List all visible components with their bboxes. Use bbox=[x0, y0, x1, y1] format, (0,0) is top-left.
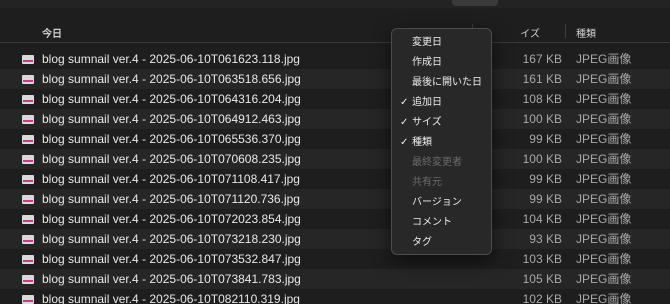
file-size: 100 KB bbox=[522, 152, 562, 166]
jpeg-file-icon bbox=[22, 95, 34, 104]
file-size: 103 KB bbox=[522, 252, 562, 266]
file-kind: JPEG画像 bbox=[576, 272, 632, 286]
file-kind: JPEG画像 bbox=[576, 72, 632, 86]
menu-item-label: 変更日 bbox=[412, 37, 442, 48]
file-kind: JPEG画像 bbox=[576, 192, 632, 206]
menu-item[interactable]: コメント bbox=[392, 213, 491, 233]
menu-item-label: バージョン bbox=[412, 197, 462, 208]
file-row[interactable]: blog sumnail ver.4 - 2025-06-10T063518.6… bbox=[0, 69, 670, 89]
column-header: 今日 イズ 種類 bbox=[0, 20, 670, 43]
file-size: 100 KB bbox=[522, 112, 562, 126]
file-kind: JPEG画像 bbox=[576, 232, 632, 246]
file-size: 167 KB bbox=[522, 52, 562, 66]
file-kind: JPEG画像 bbox=[576, 52, 632, 66]
file-list: blog sumnail ver.4 - 2025-06-10T061623.1… bbox=[0, 49, 670, 304]
menu-item[interactable]: ✓ 種類 bbox=[392, 133, 491, 153]
menu-item: 最終変更者 bbox=[392, 153, 491, 173]
menu-item-label: タグ bbox=[412, 237, 432, 248]
menu-item-label: コメント bbox=[412, 217, 452, 228]
file-row[interactable]: blog sumnail ver.4 - 2025-06-10T072023.8… bbox=[0, 209, 670, 229]
file-row[interactable]: blog sumnail ver.4 - 2025-06-10T082110.3… bbox=[0, 289, 670, 304]
file-name: blog sumnail ver.4 - 2025-06-10T073218.2… bbox=[42, 232, 301, 246]
menu-item[interactable]: 変更日 bbox=[392, 33, 491, 53]
file-size: 93 KB bbox=[529, 232, 562, 246]
jpeg-file-icon bbox=[22, 135, 34, 144]
jpeg-file-icon bbox=[22, 235, 34, 244]
column-divider[interactable] bbox=[565, 24, 566, 38]
file-name: blog sumnail ver.4 - 2025-06-10T071120.7… bbox=[42, 192, 300, 206]
menu-item-label: 種類 bbox=[412, 137, 432, 148]
jpeg-file-icon bbox=[22, 55, 34, 64]
file-row[interactable]: blog sumnail ver.4 - 2025-06-10T073218.2… bbox=[0, 229, 670, 249]
file-size: 99 KB bbox=[529, 132, 562, 146]
toolbar-tab[interactable] bbox=[452, 0, 498, 6]
file-kind: JPEG画像 bbox=[576, 252, 632, 266]
finder-window: 今日 イズ 種類 blog sumnail ver.4 - 2025-06-10… bbox=[0, 0, 670, 304]
jpeg-file-icon bbox=[22, 215, 34, 224]
file-name: blog sumnail ver.4 - 2025-06-10T073532.8… bbox=[42, 252, 301, 266]
file-name: blog sumnail ver.4 - 2025-06-10T065536.3… bbox=[42, 132, 301, 146]
checkmark-icon: ✓ bbox=[400, 137, 409, 148]
file-kind: JPEG画像 bbox=[576, 132, 632, 146]
file-row[interactable]: blog sumnail ver.4 - 2025-06-10T071120.7… bbox=[0, 189, 670, 209]
file-name: blog sumnail ver.4 - 2025-06-10T063518.6… bbox=[42, 72, 301, 86]
menu-item-label: 最終変更者 bbox=[412, 157, 462, 168]
jpeg-file-icon bbox=[22, 195, 34, 204]
menu-item-label: 共有元 bbox=[412, 177, 442, 188]
file-kind: JPEG画像 bbox=[576, 172, 632, 186]
jpeg-file-icon bbox=[22, 175, 34, 184]
jpeg-file-icon bbox=[22, 155, 34, 164]
file-size: 99 KB bbox=[529, 172, 562, 186]
file-name: blog sumnail ver.4 - 2025-06-10T073841.7… bbox=[42, 272, 301, 286]
file-name: blog sumnail ver.4 - 2025-06-10T071108.4… bbox=[42, 172, 300, 186]
file-size: 161 KB bbox=[522, 72, 562, 86]
menu-item-label: 追加日 bbox=[412, 97, 442, 108]
file-name: blog sumnail ver.4 - 2025-06-10T064912.4… bbox=[42, 112, 301, 126]
file-name: blog sumnail ver.4 - 2025-06-10T072023.8… bbox=[42, 212, 301, 226]
jpeg-file-icon bbox=[22, 255, 34, 264]
file-kind: JPEG画像 bbox=[576, 292, 632, 304]
file-kind: JPEG画像 bbox=[576, 212, 632, 226]
file-name: blog sumnail ver.4 - 2025-06-10T082110.3… bbox=[42, 292, 300, 304]
file-row[interactable]: blog sumnail ver.4 - 2025-06-10T064316.2… bbox=[0, 89, 670, 109]
menu-item[interactable]: 最後に開いた日 bbox=[392, 73, 491, 93]
jpeg-file-icon bbox=[22, 75, 34, 84]
file-row[interactable]: blog sumnail ver.4 - 2025-06-10T065536.3… bbox=[0, 129, 670, 149]
file-size: 99 KB bbox=[529, 192, 562, 206]
file-size: 104 KB bbox=[522, 212, 562, 226]
menu-item[interactable]: タグ bbox=[392, 233, 491, 253]
jpeg-file-icon bbox=[22, 295, 34, 304]
file-name: blog sumnail ver.4 - 2025-06-10T064316.2… bbox=[42, 92, 301, 106]
file-row[interactable]: blog sumnail ver.4 - 2025-06-10T061623.1… bbox=[0, 49, 670, 69]
checkmark-icon: ✓ bbox=[400, 97, 409, 108]
column-header-name[interactable]: 今日 bbox=[42, 25, 62, 40]
file-kind: JPEG画像 bbox=[576, 112, 632, 126]
file-row[interactable]: blog sumnail ver.4 - 2025-06-10T070608.2… bbox=[0, 149, 670, 169]
file-size: 108 KB bbox=[522, 92, 562, 106]
menu-item[interactable]: ✓ 追加日 bbox=[392, 93, 491, 113]
menu-item[interactable]: バージョン bbox=[392, 193, 491, 213]
file-name: blog sumnail ver.4 - 2025-06-10T070608.2… bbox=[42, 152, 301, 166]
column-header-kind[interactable]: 種類 bbox=[576, 25, 596, 40]
file-size: 105 KB bbox=[522, 272, 562, 286]
file-kind: JPEG画像 bbox=[576, 152, 632, 166]
file-row[interactable]: blog sumnail ver.4 - 2025-06-10T064912.4… bbox=[0, 109, 670, 129]
column-context-menu: 変更日 作成日 最後に開いた日 ✓ 追加日 ✓ サイズ ✓ 種類 最終変更者 共有元 バージョン コメン… bbox=[391, 28, 492, 255]
file-row[interactable]: blog sumnail ver.4 - 2025-06-10T073841.7… bbox=[0, 269, 670, 289]
menu-item[interactable]: ✓ サイズ bbox=[392, 113, 491, 133]
jpeg-file-icon bbox=[22, 115, 34, 124]
menu-item[interactable]: 作成日 bbox=[392, 53, 491, 73]
file-size: 102 KB bbox=[522, 292, 562, 304]
file-row[interactable]: blog sumnail ver.4 - 2025-06-10T071108.4… bbox=[0, 169, 670, 189]
file-row[interactable]: blog sumnail ver.4 - 2025-06-10T073532.8… bbox=[0, 249, 670, 269]
file-kind: JPEG画像 bbox=[576, 92, 632, 106]
jpeg-file-icon bbox=[22, 275, 34, 284]
menu-item-label: 最後に開いた日 bbox=[412, 77, 482, 88]
toolbar-strip bbox=[0, 0, 670, 8]
menu-item: 共有元 bbox=[392, 173, 491, 193]
file-name: blog sumnail ver.4 - 2025-06-10T061623.1… bbox=[42, 52, 300, 66]
checkmark-icon: ✓ bbox=[400, 117, 409, 128]
menu-item-label: 作成日 bbox=[412, 57, 442, 68]
menu-item-label: サイズ bbox=[412, 117, 442, 128]
